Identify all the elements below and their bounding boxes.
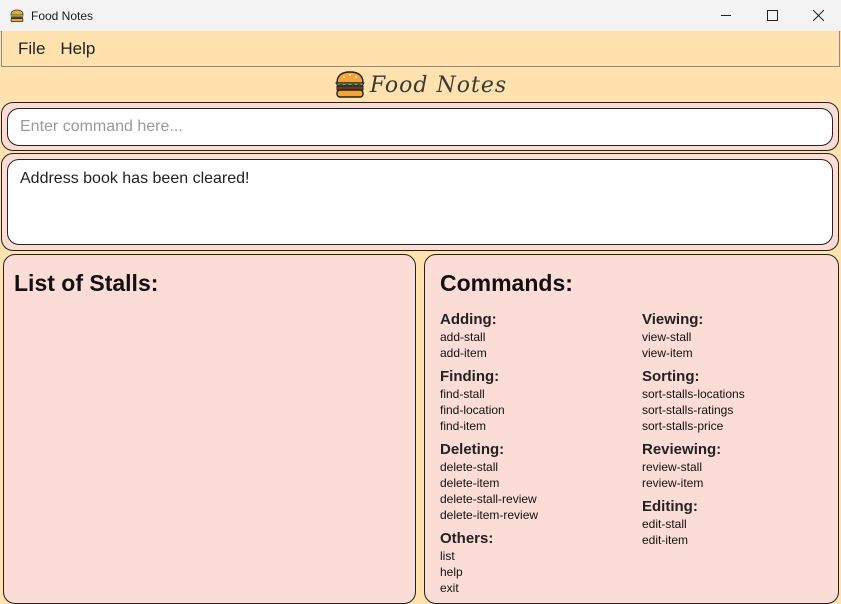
command-item: delete-item (440, 476, 500, 490)
command-item: find-stall (440, 387, 485, 401)
command-item: edit-item (642, 533, 689, 547)
command-box-panel: Enter command here... (1, 102, 839, 151)
commands-panel: Commands: Adding: add-stall add-item Fin… (424, 254, 839, 604)
command-item: delete-item-review (440, 508, 539, 522)
command-group-title: Sorting: (642, 368, 700, 385)
command-item: review-stall (642, 460, 703, 474)
command-group: Viewing: view-stall view-item (642, 310, 745, 361)
logo-text: Food Notes (369, 72, 508, 98)
command-group: Finding: find-stall find-location find-i… (440, 367, 538, 434)
command-item: help (440, 565, 463, 579)
maximize-button[interactable] (749, 0, 795, 31)
command-item: delete-stall (440, 460, 499, 474)
command-group-title: Others: (440, 530, 494, 547)
command-item: exit (440, 581, 459, 595)
command-group: Deleting: delete-stall delete-item delet… (440, 440, 538, 523)
window-title-bar: Food Notes (0, 0, 841, 32)
burger-icon (10, 9, 24, 22)
minimize-button[interactable] (703, 0, 749, 31)
commands-left-column: Adding: add-stall add-item Finding: find… (440, 310, 538, 602)
command-group: Reviewing: review-stall review-item (642, 440, 745, 491)
app-logo: Food Notes (0, 68, 841, 102)
stall-list-panel: List of Stalls: (3, 254, 416, 604)
command-group-title: Deleting: (440, 441, 505, 458)
command-item: delete-stall-review (440, 492, 537, 506)
command-item: sort-stalls-locations (642, 387, 745, 401)
command-group: Sorting: sort-stalls-locations sort-stal… (642, 367, 745, 434)
menu-bar: File Help (1, 31, 840, 67)
command-group: Editing: edit-stall edit-item (642, 497, 745, 548)
window-title: Food Notes (31, 8, 94, 23)
command-item: add-item (440, 346, 487, 360)
minimize-icon (720, 15, 731, 16)
command-group-title: Viewing: (642, 311, 704, 328)
command-item: find-location (440, 403, 505, 417)
commands-heading: Commands: (440, 270, 573, 296)
menu-file[interactable]: File (18, 39, 45, 59)
command-group-title: Reviewing: (642, 441, 722, 458)
result-display: Address book has been cleared! (7, 159, 833, 245)
command-input[interactable]: Enter command here... (7, 108, 833, 146)
command-group-title: Finding: (440, 368, 500, 385)
stall-list-heading: List of Stalls: (14, 270, 159, 296)
command-group-title: Adding: (440, 311, 497, 328)
result-display-panel: Address book has been cleared! (1, 153, 839, 251)
maximize-icon (766, 10, 778, 21)
menu-help[interactable]: Help (60, 39, 95, 59)
command-group: Adding: add-stall add-item (440, 310, 538, 361)
close-button[interactable] (795, 0, 841, 31)
command-group-title: Editing: (642, 498, 698, 515)
command-item: add-stall (440, 330, 486, 344)
command-item: list (440, 549, 455, 563)
commands-right-column: Viewing: view-stall view-item Sorting: s… (642, 310, 745, 554)
command-item: sort-stalls-price (642, 419, 724, 433)
command-item: edit-stall (642, 517, 687, 531)
command-item: view-stall (642, 330, 692, 344)
close-icon (812, 10, 824, 21)
command-item: view-item (642, 346, 693, 360)
burger-icon (334, 71, 365, 98)
command-group: Others: list help exit (440, 529, 538, 596)
command-item: find-item (440, 419, 487, 433)
command-item: sort-stalls-ratings (642, 403, 734, 417)
command-item: review-item (642, 476, 704, 490)
